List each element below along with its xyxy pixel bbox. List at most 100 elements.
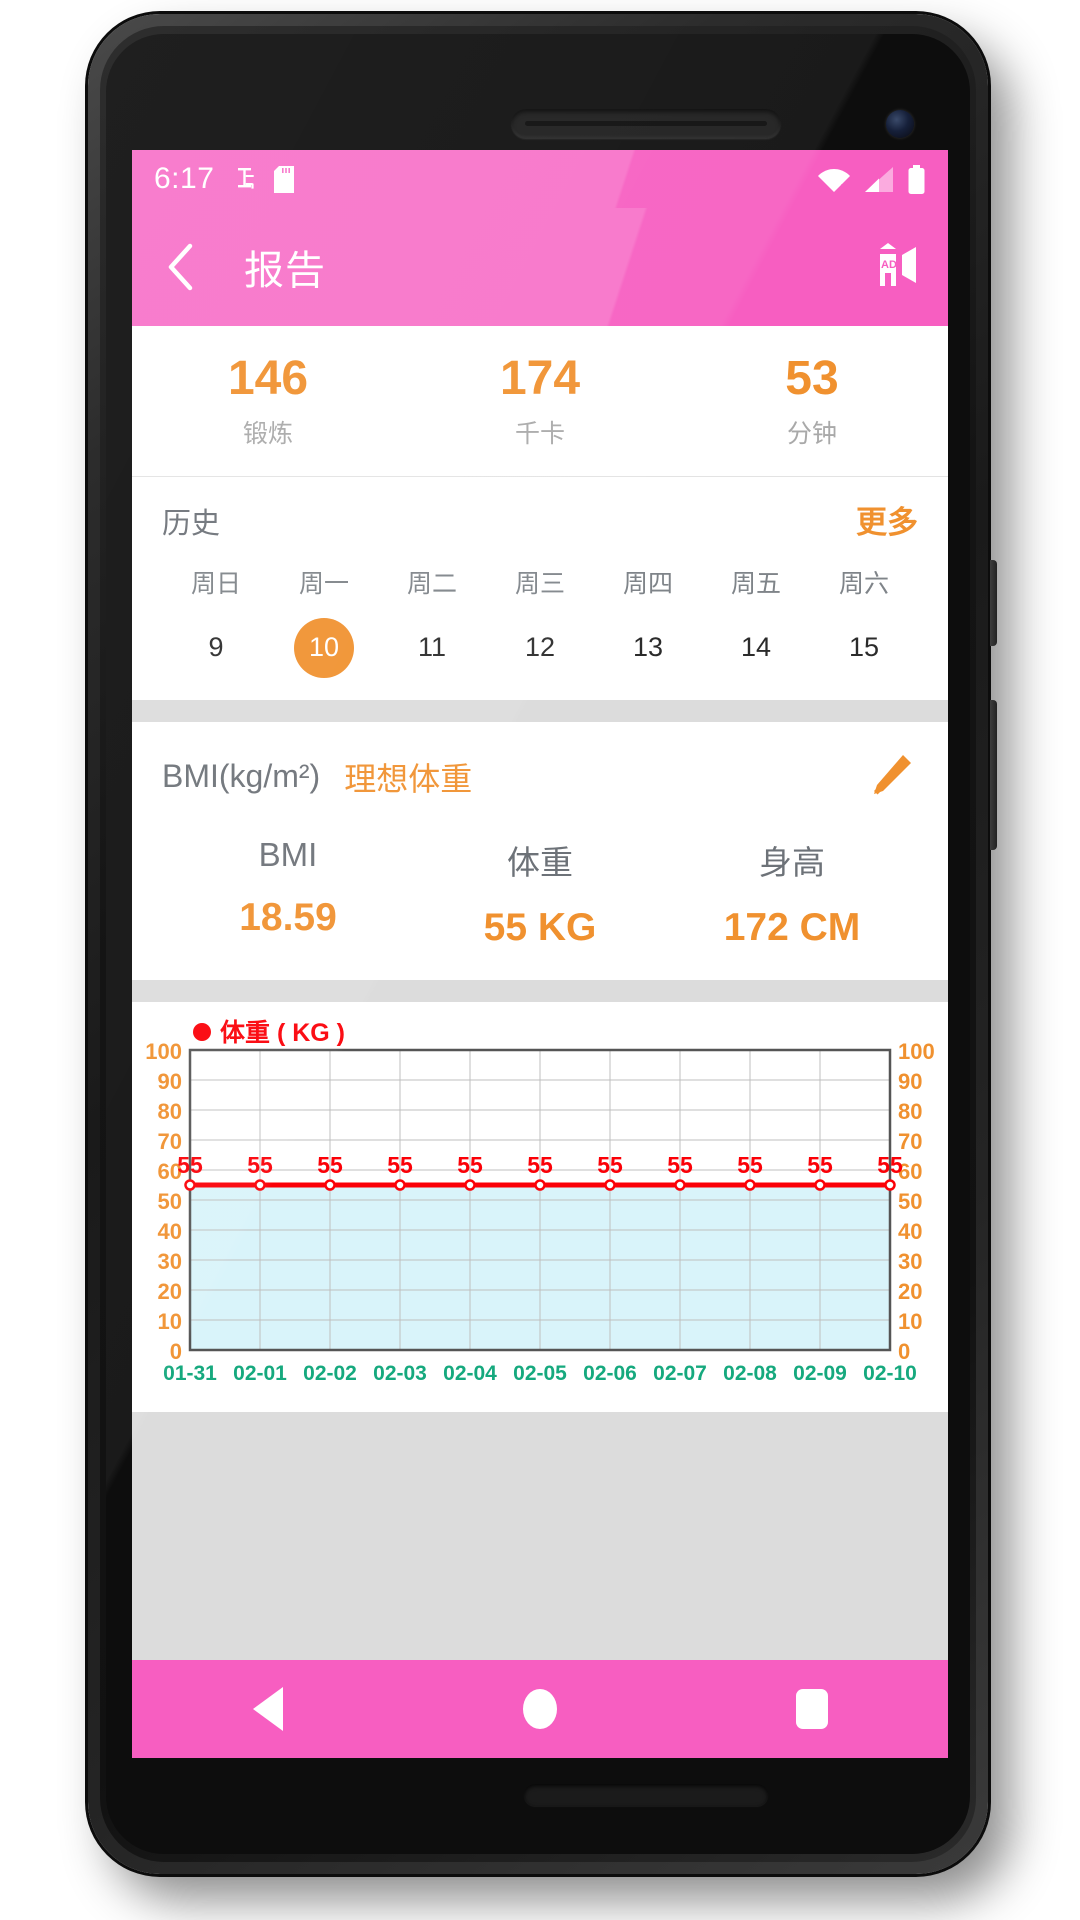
- svg-text:20: 20: [898, 1279, 922, 1304]
- date-label: 12: [524, 632, 556, 663]
- svg-text:体重 ( KG ): 体重 ( KG ): [220, 1019, 345, 1047]
- weekday-label: 周六: [838, 569, 889, 598]
- weight-line-chart-svg: 0 010 1020 2030 3040 4050 5060 6070 7080 8090 9010…: [145, 1019, 934, 1385]
- bmi-key: BMI: [258, 835, 318, 873]
- earpiece-speaker-icon: [511, 109, 781, 139]
- date-cell-selected[interactable]: 10: [270, 617, 378, 678]
- empty-area: [132, 1411, 948, 1660]
- svg-text:55: 55: [877, 1152, 903, 1178]
- ideal-weight-link[interactable]: 理想体重: [344, 754, 472, 800]
- weekday-label: 周二: [406, 569, 457, 598]
- svg-text:0: 0: [898, 1339, 910, 1364]
- date-cell[interactable]: 11: [378, 618, 486, 678]
- front-camera-icon: [886, 110, 914, 138]
- status-right-icons: x: [817, 164, 926, 194]
- bmi-column-weight: 体重 55 KG: [414, 836, 666, 950]
- svg-text:55: 55: [667, 1152, 693, 1178]
- battery-full-icon: [908, 164, 925, 194]
- date-cell[interactable]: 14: [702, 618, 810, 678]
- date-label: 11: [417, 632, 447, 663]
- stat-label: 分钟: [786, 419, 837, 448]
- bmi-unit-label: BMI(kg/m²): [162, 758, 321, 795]
- nav-recents-button[interactable]: [757, 1674, 867, 1744]
- ad-megaphone-icon: AD: [880, 243, 916, 286]
- date-cell[interactable]: 12: [486, 618, 594, 678]
- svg-text:02-02: 02-02: [303, 1362, 357, 1385]
- date-label: 15: [848, 632, 880, 663]
- status-bar: 6:17 x: [132, 150, 948, 208]
- svg-text:55: 55: [317, 1152, 343, 1178]
- date-label: 10: [294, 617, 354, 678]
- volume-button[interactable]: [990, 700, 997, 850]
- back-button[interactable]: [158, 243, 204, 291]
- android-nav-bar: [132, 1660, 948, 1758]
- svg-text:40: 40: [898, 1219, 922, 1244]
- history-header: 历史 更多: [162, 497, 918, 542]
- ad-button[interactable]: AD: [864, 238, 922, 296]
- bmi-header: BMI(kg/m²) 理想体重: [162, 748, 918, 806]
- svg-text:80: 80: [898, 1099, 922, 1124]
- history-card: 历史 更多 周日 周一 周二 周三 周四 周五 周六 9 10 11 12 13…: [132, 476, 948, 700]
- svg-text:02-04: 02-04: [443, 1362, 497, 1385]
- svg-text:55: 55: [597, 1152, 623, 1178]
- svg-text:02-05: 02-05: [513, 1362, 567, 1385]
- stat-label: 千卡: [514, 419, 565, 448]
- svg-text:55: 55: [737, 1152, 763, 1178]
- svg-text:30: 30: [898, 1249, 922, 1274]
- date-label: 14: [740, 632, 772, 663]
- svg-text:50: 50: [158, 1189, 182, 1214]
- status-time: 6:17: [154, 162, 215, 195]
- stat-cell-exercise[interactable]: 146 锻炼: [132, 352, 404, 450]
- app-bar: 报告 AD: [132, 208, 948, 326]
- nav-home-circle-icon: [523, 1689, 557, 1729]
- stat-cell-calories[interactable]: 174 千卡: [404, 352, 676, 450]
- power-button[interactable]: [990, 560, 997, 646]
- chevron-left-icon: [168, 243, 193, 291]
- svg-text:90: 90: [158, 1069, 182, 1094]
- svg-text:02-09: 02-09: [793, 1362, 847, 1385]
- usb-debug-icon: [238, 168, 255, 189]
- svg-text:80: 80: [158, 1099, 182, 1124]
- date-cell[interactable]: 9: [162, 618, 270, 678]
- bmi-column-height: 身高 172 CM: [666, 836, 918, 950]
- date-cell[interactable]: 15: [810, 618, 918, 678]
- bmi-value: 55 KG: [483, 905, 597, 949]
- bmi-key: 体重: [507, 843, 573, 881]
- weekday-label: 周五: [730, 569, 781, 598]
- weekday-row: 周日 周一 周二 周三 周四 周五 周六: [162, 564, 918, 600]
- weekday-label: 周一: [298, 569, 349, 598]
- date-cell[interactable]: 13: [594, 618, 702, 678]
- pencil-edit-icon: [874, 754, 911, 795]
- date-row: 9 10 11 12 13 14 15: [162, 617, 918, 678]
- svg-text:02-03: 02-03: [373, 1362, 427, 1385]
- stat-value: 174: [499, 352, 581, 405]
- stat-value: 53: [785, 352, 839, 405]
- nav-back-button[interactable]: [213, 1674, 323, 1744]
- svg-text:55: 55: [457, 1152, 483, 1178]
- history-more-button[interactable]: 更多: [856, 497, 918, 542]
- svg-text:90: 90: [898, 1069, 922, 1094]
- svg-text:02-10: 02-10: [863, 1362, 917, 1385]
- svg-text:01-31: 01-31: [163, 1362, 217, 1385]
- svg-text:x: x: [841, 179, 849, 193]
- bmi-values-grid: BMI 18.59 体重 55 KG 身高 172 CM: [162, 836, 918, 950]
- stat-cell-minutes[interactable]: 53 分钟: [676, 352, 948, 450]
- svg-text:30: 30: [158, 1249, 182, 1274]
- svg-text:55: 55: [807, 1152, 833, 1178]
- svg-text:02-06: 02-06: [583, 1362, 637, 1385]
- svg-text:55: 55: [247, 1152, 273, 1178]
- edit-button[interactable]: [860, 748, 918, 806]
- sd-card-icon: [274, 165, 295, 193]
- bmi-column-bmi: BMI 18.59: [162, 836, 414, 950]
- svg-text:10: 10: [898, 1309, 922, 1334]
- weekday-label: 周四: [622, 569, 673, 598]
- svg-text:55: 55: [387, 1152, 413, 1178]
- svg-text:20: 20: [158, 1279, 182, 1304]
- history-title: 历史: [162, 507, 221, 540]
- bmi-value: 18.59: [239, 895, 337, 939]
- nav-home-button[interactable]: [485, 1674, 595, 1744]
- weight-chart[interactable]: 0 0 10 10 20 20 30 30 40 40 50 50 60 60 70 70 80 80 90 90 10…: [132, 1001, 948, 1412]
- svg-text:100: 100: [145, 1039, 182, 1064]
- wifi-off-icon: x: [818, 168, 850, 193]
- nav-recents-square-icon: [796, 1689, 828, 1729]
